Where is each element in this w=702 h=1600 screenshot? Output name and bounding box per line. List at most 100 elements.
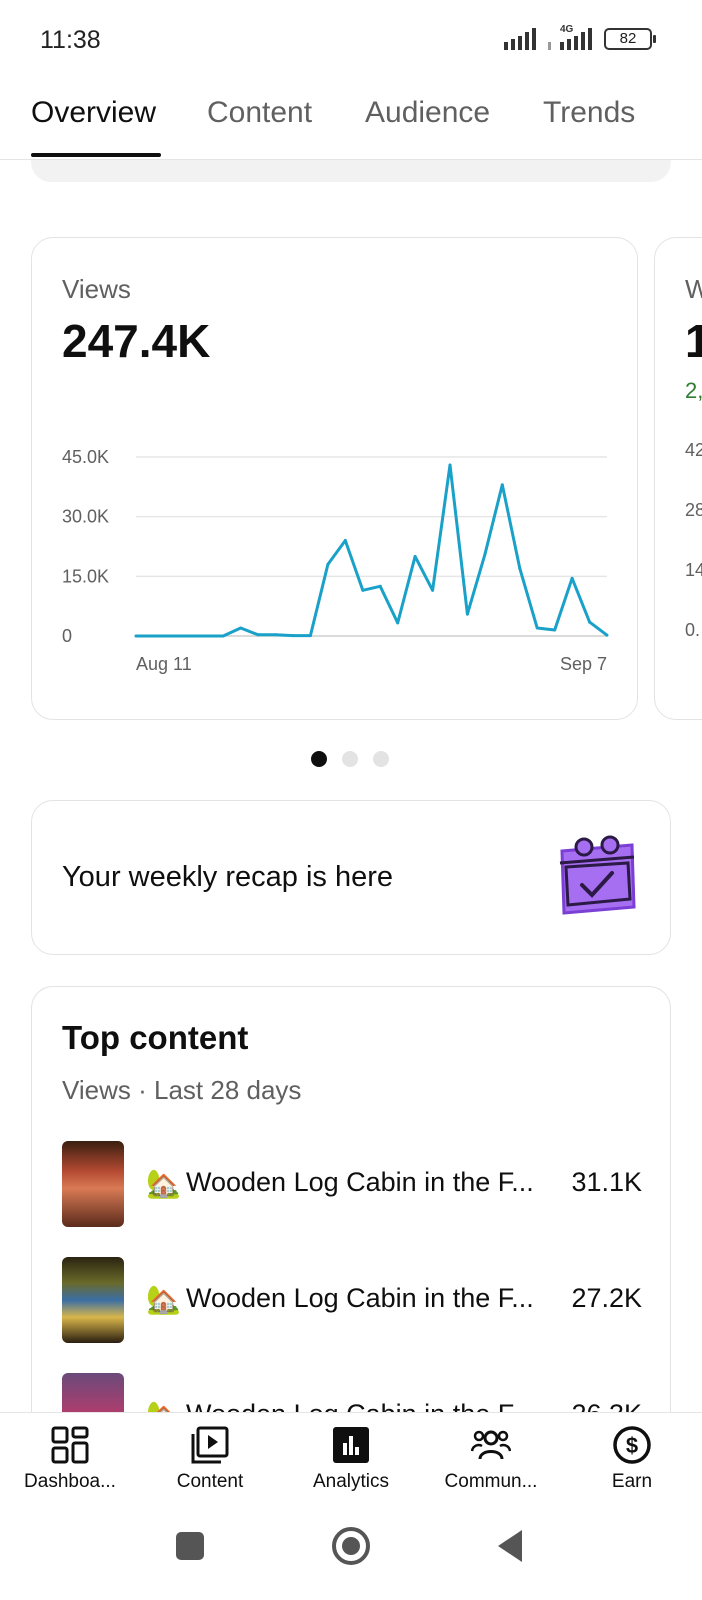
status-bar: 11:38 4G 82 <box>0 0 702 84</box>
views-series-line <box>136 463 608 638</box>
data-point <box>274 633 278 637</box>
nav-label: Analytics <box>312 1471 390 1492</box>
top-content-subtitle: Views · Last 28 days <box>62 1075 302 1105</box>
content-icon <box>191 1426 229 1464</box>
y-axis-tick-label: 0 <box>62 626 72 646</box>
home-icon[interactable] <box>330 1525 372 1567</box>
peek-card-change: 2, <box>685 378 702 403</box>
data-point <box>448 463 452 467</box>
y-axis-tick-label: 45.0K <box>62 447 109 467</box>
data-point <box>396 621 400 625</box>
video-thumbnail <box>62 1257 124 1343</box>
x-axis-tick-label: Sep 7 <box>560 654 607 674</box>
views-card[interactable]: Views 247.4K 45.0K 30.0K 15.0K 0 Aug 11 Sep 7 <box>31 237 638 720</box>
peek-y-tick: 14 <box>685 560 702 580</box>
nav-label: Content <box>176 1471 244 1492</box>
data-point <box>361 588 365 592</box>
tab-audience[interactable]: Audience <box>365 96 490 130</box>
signal-icon <box>504 28 536 50</box>
data-point <box>291 634 295 638</box>
weekly-recap-card[interactable]: Your weekly recap is here <box>31 800 671 955</box>
y-axis-tick-label: 30.0K <box>62 507 109 527</box>
data-point <box>605 633 609 637</box>
data-point <box>570 576 574 580</box>
video-thumbnail <box>62 1141 124 1227</box>
battery-icon: 82 <box>604 28 656 50</box>
data-point <box>134 634 138 638</box>
data-point <box>239 626 243 630</box>
data-point <box>378 584 382 588</box>
tab-bar: Overview Content Audience Trends <box>0 84 702 160</box>
video-views: 27.2K <box>571 1283 642 1313</box>
signal-icon <box>548 28 592 50</box>
data-point <box>431 588 435 592</box>
peek-y-tick: 28 <box>685 500 702 520</box>
peek-y-tick: 0. <box>685 620 701 640</box>
top-content-card: Top content Views · Last 28 days 🏡 Woode… <box>31 986 671 1466</box>
x-axis-tick-label: Aug 11 <box>136 654 192 674</box>
analytics-icon <box>333 1427 369 1463</box>
views-chart: 45.0K 30.0K 15.0K 0 Aug 11 Sep 7 <box>62 447 609 674</box>
data-point <box>221 634 225 638</box>
active-tab-indicator <box>31 153 161 157</box>
data-point <box>588 620 592 624</box>
data-point <box>413 554 417 558</box>
house-emoji: 🏡 <box>146 1168 181 1199</box>
community-icon <box>471 1430 511 1460</box>
watch-time-card-peek[interactable]: W 1 2, 42 28 14 0. <box>654 237 702 720</box>
recents-icon[interactable] <box>174 1530 206 1562</box>
nav-label: Dashboa... <box>24 1471 116 1492</box>
data-point <box>151 634 155 638</box>
data-point <box>204 634 208 638</box>
bottom-navigation: Dashboa... Content Analytics Commun... $… <box>0 1412 702 1508</box>
data-point <box>186 634 190 638</box>
data-point <box>500 483 504 487</box>
data-point <box>465 612 469 616</box>
carousel-page-indicator <box>311 751 389 767</box>
y-axis-tick-label: 15.0K <box>62 566 109 586</box>
data-point <box>308 634 312 638</box>
network-signal: 4G <box>548 24 594 50</box>
dashboard-icon <box>51 1426 89 1464</box>
data-point <box>256 633 260 637</box>
calendar-check-icon <box>559 835 636 915</box>
nav-label: Earn <box>611 1471 653 1492</box>
data-point <box>483 552 487 556</box>
nav-community[interactable]: Commun... <box>421 1413 561 1509</box>
nav-label: Commun... <box>444 1471 538 1492</box>
page-dot[interactable] <box>342 751 358 767</box>
nav-content[interactable]: Content <box>140 1413 280 1509</box>
data-point <box>518 566 522 570</box>
tab-content[interactable]: Content <box>207 96 312 130</box>
status-icons: 4G 82 <box>504 24 656 50</box>
nav-analytics[interactable]: Analytics <box>281 1413 421 1509</box>
peek-card-value: 1 <box>685 314 702 368</box>
tab-overview[interactable]: Overview <box>31 96 156 130</box>
data-point <box>326 562 330 566</box>
top-content-title: Top content <box>62 1019 249 1056</box>
data-point <box>169 634 173 638</box>
back-icon[interactable] <box>494 1528 526 1564</box>
system-navigation-bar <box>0 1508 702 1600</box>
data-point <box>535 626 539 630</box>
data-point <box>553 628 557 632</box>
house-emoji: 🏡 <box>146 1284 181 1315</box>
status-time: 11:38 <box>40 26 101 54</box>
recap-text: Your weekly recap is here <box>62 861 393 893</box>
page-dot[interactable] <box>311 751 327 767</box>
list-item[interactable]: 🏡 Wooden Log Cabin in the F... 31.1K <box>62 1141 642 1227</box>
svg-text:$: $ <box>626 1433 638 1458</box>
tab-trends[interactable]: Trends <box>543 96 635 130</box>
nav-dashboard[interactable]: Dashboa... <box>0 1413 140 1509</box>
video-title: Wooden Log Cabin in the F... <box>186 1167 534 1197</box>
nav-earn[interactable]: $ Earn <box>562 1413 702 1509</box>
earn-icon: $ <box>613 1426 651 1464</box>
scrolled-card-edge <box>31 160 671 182</box>
video-title: Wooden Log Cabin in the F... <box>186 1283 534 1313</box>
peek-card-label: W <box>685 274 702 305</box>
peek-y-tick: 42 <box>685 440 702 460</box>
data-point <box>343 539 347 543</box>
list-item[interactable]: 🏡 Wooden Log Cabin in the F... 27.2K <box>62 1257 642 1343</box>
page-dot[interactable] <box>373 751 389 767</box>
video-views: 31.1K <box>571 1167 642 1197</box>
